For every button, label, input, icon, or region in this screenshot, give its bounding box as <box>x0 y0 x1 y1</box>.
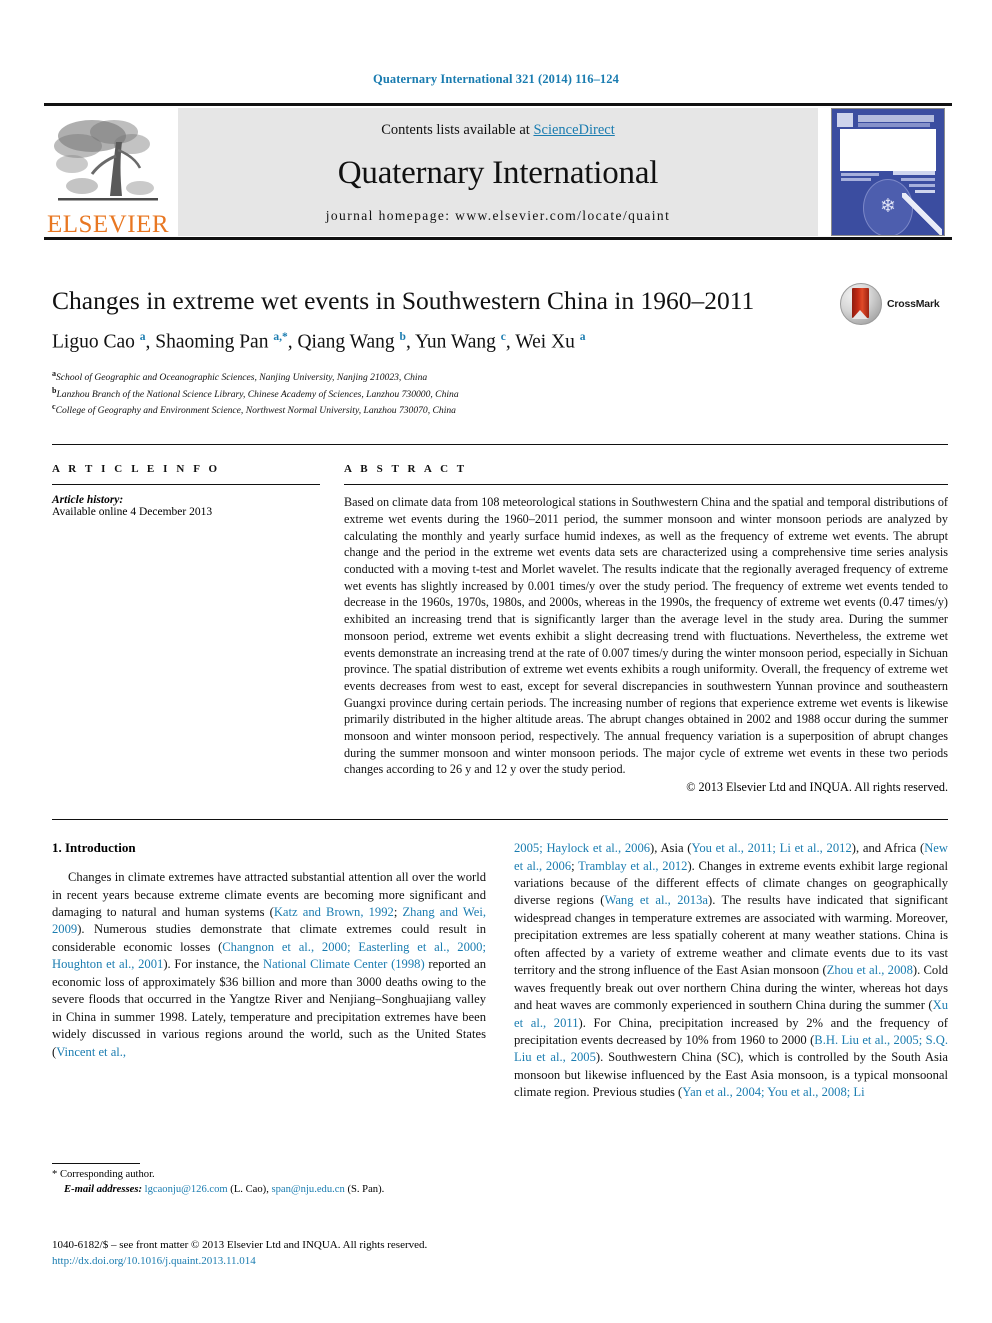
affiliation-text: School of Geographic and Oceanographic S… <box>56 372 428 383</box>
article-page: Quaternary International 321 (2014) 116–… <box>0 0 992 1323</box>
crossmark-badge[interactable]: CrossMark <box>840 282 948 326</box>
contents-prefix: Contents lists available at <box>381 122 534 138</box>
article-info-heading: A R T I C L E I N F O <box>52 463 221 476</box>
email-label: E-mail addresses: <box>64 1183 142 1195</box>
abstract-heading: A B S T R A C T <box>344 463 468 476</box>
title-block: CrossMark Changes in extreme wet events … <box>52 283 948 418</box>
journal-title: Quaternary International <box>337 155 659 191</box>
intro-paragraph-right: 2005; Haylock et al., 2006), Asia (You e… <box>514 841 949 1100</box>
article-history-value: Available online 4 December 2013 <box>52 506 213 519</box>
affiliation-item: cCollege of Geography and Environment Sc… <box>52 401 948 418</box>
email-line: E-mail addresses: lgcaonju@126.com (L. C… <box>52 1183 460 1198</box>
elsevier-wordmark: ELSEVIER <box>46 211 170 238</box>
journal-masthead: ELSEVIER Contents lists available at Sci… <box>44 103 952 240</box>
journal-homepage-line[interactable]: journal homepage: www.elsevier.com/locat… <box>326 208 670 224</box>
section-heading-introduction: 1. Introduction <box>52 840 136 856</box>
elsevier-logo: ELSEVIER <box>44 106 172 238</box>
email-link-pan[interactable]: span@nju.edu.cn <box>272 1184 345 1195</box>
corresponding-author-line: * Corresponding author. <box>52 1169 155 1180</box>
contents-available-line: Contents lists available at ScienceDirec… <box>381 122 615 139</box>
affiliation-item: aSchool of Geographic and Oceanographic … <box>52 368 948 385</box>
crossmark-label: CrossMark <box>887 298 940 310</box>
page-title: Changes in extreme wet events in Southwe… <box>52 286 755 315</box>
issn-copyright-line: 1040-6182/$ – see front matter © 2013 El… <box>52 1239 428 1251</box>
email-owner-cao: (L. Cao), <box>227 1183 272 1195</box>
affiliation-text: College of Geography and Environment Sci… <box>55 405 456 417</box>
body-divider <box>52 819 948 821</box>
journal-band: Contents lists available at ScienceDirec… <box>178 108 818 236</box>
info-abstract-section: A R T I C L E I N F O Article history: A… <box>52 445 948 795</box>
doi-link[interactable]: http://dx.doi.org/10.1016/j.quaint.2013.… <box>52 1254 472 1270</box>
journal-cover-thumbnail: ❄ <box>824 106 952 238</box>
body-column-right: 2005; Haylock et al., 2006), Asia (You e… <box>514 840 948 1102</box>
email-link-cao[interactable]: lgcaonju@126.com <box>145 1184 228 1195</box>
elsevier-tree-icon <box>52 112 164 212</box>
crossmark-icon <box>840 283 882 325</box>
body-column-left: 1. Introduction Changes in climate extre… <box>52 840 486 1102</box>
affiliation-item: bLanzhou Branch of the National Science … <box>52 385 948 402</box>
corresponding-author-footnote: * Corresponding author. E-mail addresses… <box>52 1163 460 1198</box>
running-head: Quaternary International 321 (2014) 116–… <box>373 72 619 86</box>
affiliations: aSchool of Geographic and Oceanographic … <box>52 368 948 418</box>
page-footer: 1040-6182/$ – see front matter © 2013 El… <box>52 1238 472 1270</box>
sciencedirect-link[interactable]: ScienceDirect <box>533 122 614 138</box>
affiliation-text: Lanzhou Branch of the National Science L… <box>56 388 459 400</box>
intro-paragraph-left: Changes in climate extremes have attract… <box>52 870 486 1059</box>
article-history-label: Article history: <box>52 494 124 507</box>
email-owner-pan: (S. Pan). <box>344 1183 385 1195</box>
article-info-column: A R T I C L E I N F O Article history: A… <box>52 463 344 795</box>
abstract-text: Based on climate data from 108 meteorolo… <box>344 495 948 777</box>
abstract-column: A B S T R A C T Based on climate data fr… <box>344 463 948 795</box>
author-list: Liguo Cao a, Shaoming Pan a,*, Qiang Wan… <box>52 331 586 353</box>
abstract-copyright: © 2013 Elsevier Ltd and INQUA. All right… <box>686 780 948 795</box>
body-columns: 1. Introduction Changes in climate extre… <box>52 840 948 1102</box>
